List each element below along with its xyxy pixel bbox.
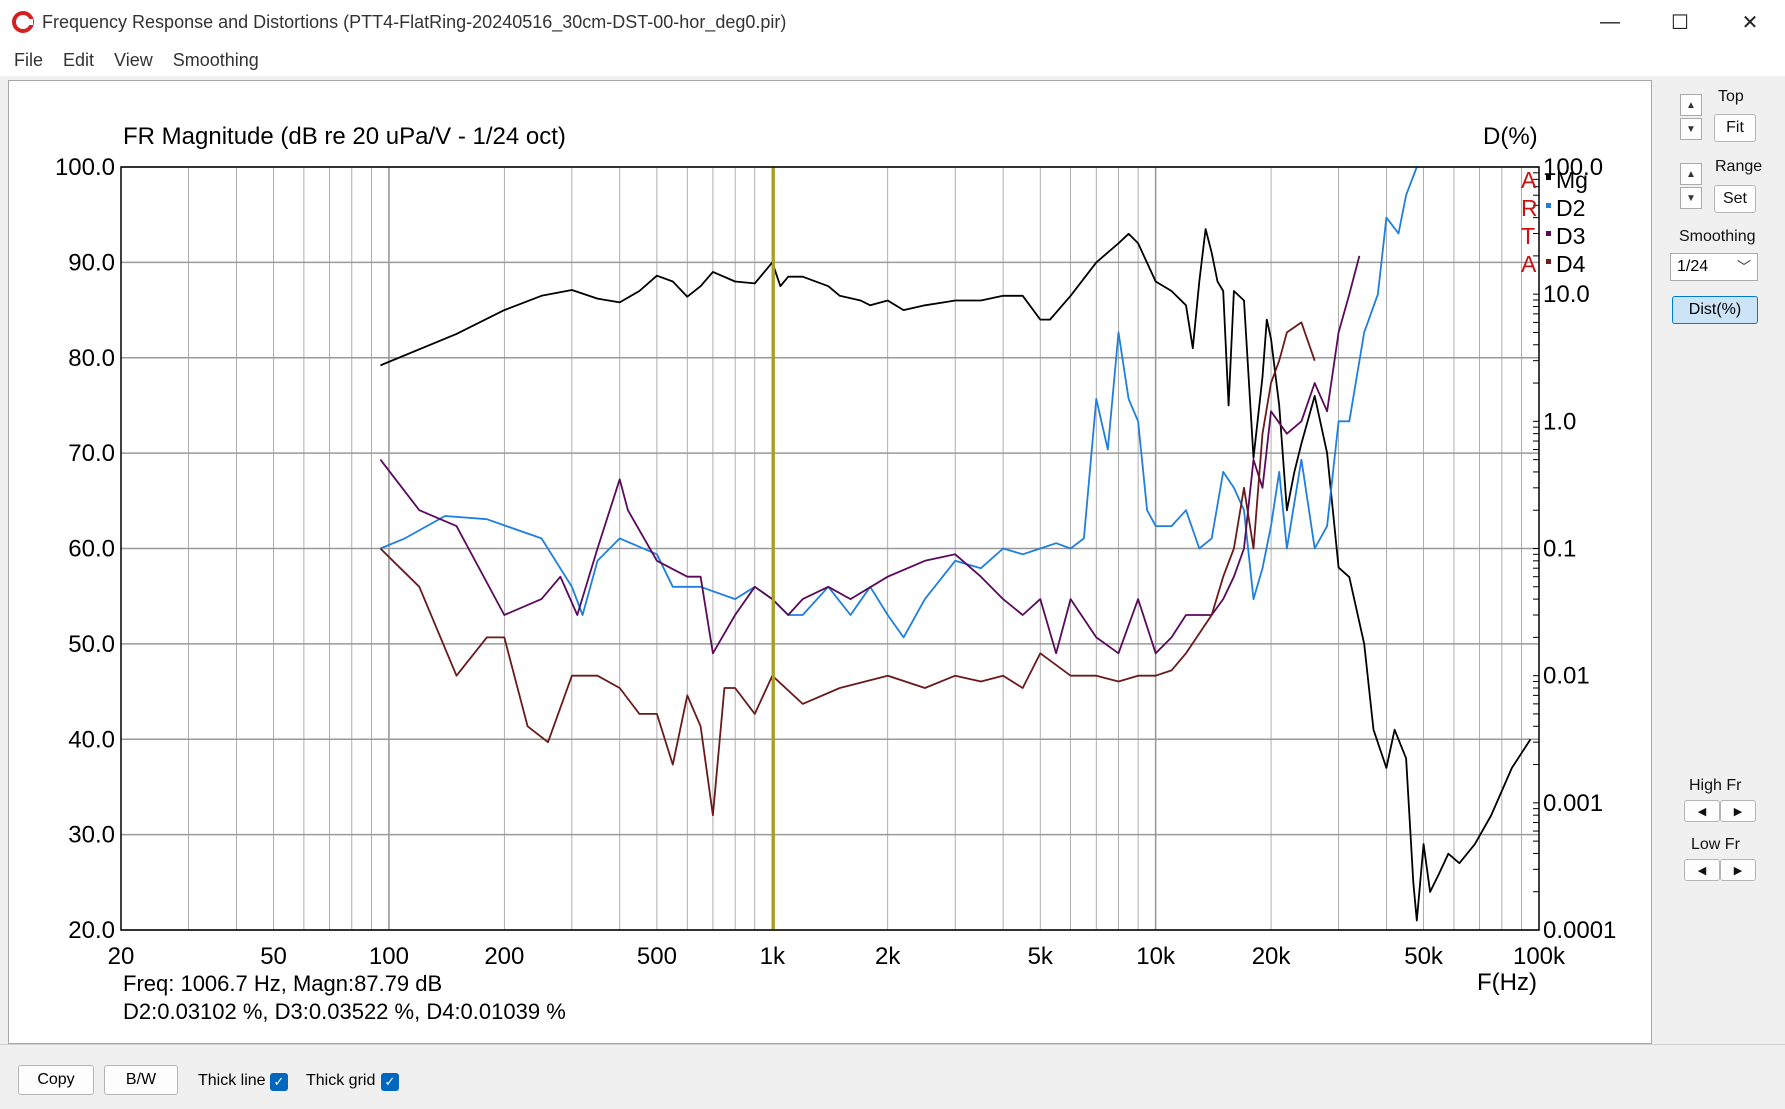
checkmark-icon: ✓ <box>384 1074 396 1089</box>
x-tick-label: 10k <box>1136 943 1176 970</box>
thick-grid-checkbox[interactable]: ✓ <box>381 1073 399 1091</box>
bw-button[interactable]: B/W <box>104 1065 178 1095</box>
arta-letter: A <box>1521 251 1537 277</box>
y2-tick-label: 0.0001 <box>1543 917 1616 944</box>
legend-swatch-mg <box>1546 175 1551 180</box>
legend-swatch-d2 <box>1546 203 1551 208</box>
menu-bar: File Edit View Smoothing <box>0 44 1785 76</box>
x-tick-label: 20k <box>1252 943 1292 970</box>
checkmark-icon: ✓ <box>273 1074 285 1089</box>
y-tick-label: 70.0 <box>68 440 115 467</box>
menu-smoothing[interactable]: Smoothing <box>173 50 259 71</box>
minimize-button[interactable]: — <box>1575 0 1645 44</box>
dist-percent-button[interactable]: Dist(%) <box>1672 296 1758 324</box>
frequency-response-chart[interactable]: FR Magnitude (dB re 20 uPa/V - 1/24 oct)… <box>9 81 1651 1043</box>
arta-letter: R <box>1521 195 1538 221</box>
cursor-readout-line2: D2:0.03102 %, D3:0.03522 %, D4:0.01039 % <box>123 999 566 1024</box>
low-fr-left-button[interactable]: ◀ <box>1684 859 1720 881</box>
high-fr-right-button[interactable]: ▶ <box>1720 800 1756 822</box>
range-down-spin[interactable]: ▼ <box>1680 187 1702 209</box>
chart-title: FR Magnitude (dB re 20 uPa/V - 1/24 oct) <box>123 123 566 150</box>
x-tick-label: 1k <box>760 943 786 970</box>
series-line-d3 <box>379 255 1361 655</box>
arta-letter: T <box>1521 223 1535 249</box>
menu-edit[interactable]: Edit <box>63 50 94 71</box>
smoothing-value: 1/24 <box>1677 258 1709 275</box>
window-title-bar: Frequency Response and Distortions (PTT4… <box>0 0 1785 44</box>
x-tick-label: 200 <box>484 943 524 970</box>
y-tick-label: 100.0 <box>55 154 115 181</box>
y2-tick-label: 0.001 <box>1543 790 1603 817</box>
high-fr-label: High Fr <box>1689 777 1742 794</box>
y-tick-label: 90.0 <box>68 249 115 276</box>
menu-file[interactable]: File <box>14 50 43 71</box>
legend-swatch-d3 <box>1546 231 1551 236</box>
low-fr-right-button[interactable]: ▶ <box>1720 859 1756 881</box>
bottom-toolbar: Copy B/W Thick line ✓ Thick grid ✓ <box>0 1044 1785 1109</box>
plot-panel[interactable]: FR Magnitude (dB re 20 uPa/V - 1/24 oct)… <box>8 80 1652 1044</box>
x-tick-label: 2k <box>875 943 901 970</box>
window-title: Frequency Response and Distortions (PTT4… <box>42 12 787 32</box>
legend-label-d2: D2 <box>1556 195 1585 221</box>
x-tick-label: 100k <box>1513 943 1566 970</box>
y2-tick-label: 1.0 <box>1543 408 1576 435</box>
maximize-button[interactable]: ☐ <box>1645 0 1715 44</box>
low-fr-label: Low Fr <box>1691 836 1740 853</box>
high-fr-left-button[interactable]: ◀ <box>1684 800 1720 822</box>
smoothing-label: Smoothing <box>1679 228 1756 245</box>
copy-button[interactable]: Copy <box>18 1065 94 1095</box>
x-axis-label: F(Hz) <box>1477 969 1537 996</box>
chevron-down-icon: ﹀ <box>1737 259 1751 275</box>
series-line-d2 <box>380 166 1418 639</box>
legend-label-mg: Mg <box>1556 167 1588 193</box>
x-tick-label: 50 <box>260 943 287 970</box>
range-label: Range <box>1715 158 1763 175</box>
smoothing-select[interactable]: 1/24 ﹀ <box>1670 253 1758 281</box>
top-down-spin[interactable]: ▼ <box>1680 118 1702 140</box>
arta-letter: A <box>1521 167 1537 193</box>
close-button[interactable]: ✕ <box>1715 0 1785 44</box>
y-tick-label: 80.0 <box>68 345 115 372</box>
y-tick-label: 30.0 <box>68 822 115 849</box>
legend-label-d4: D4 <box>1556 251 1586 277</box>
right-axis-title: D(%) <box>1483 123 1538 150</box>
range-up-spin[interactable]: ▲ <box>1680 163 1702 185</box>
y2-tick-label: 0.01 <box>1543 663 1590 690</box>
x-tick-label: 50k <box>1404 943 1444 970</box>
thick-grid-label: Thick grid <box>306 1072 376 1089</box>
set-button[interactable]: Set <box>1714 185 1756 213</box>
x-tick-label: 20 <box>108 943 135 970</box>
top-up-spin[interactable]: ▲ <box>1680 94 1702 116</box>
x-tick-label: 5k <box>1028 943 1054 970</box>
legend-swatch-d4 <box>1546 259 1551 264</box>
y-tick-label: 50.0 <box>68 631 115 658</box>
x-tick-label: 100 <box>369 943 409 970</box>
y-tick-label: 60.0 <box>68 536 115 563</box>
top-label: Top <box>1718 88 1744 105</box>
menu-view[interactable]: View <box>114 50 153 71</box>
y-tick-label: 40.0 <box>68 726 115 753</box>
fit-button[interactable]: Fit <box>1714 114 1756 142</box>
thick-line-checkbox[interactable]: ✓ <box>270 1073 288 1091</box>
y2-tick-label: 10.0 <box>1543 281 1590 308</box>
legend-label-d3: D3 <box>1556 223 1585 249</box>
thick-line-label: Thick line <box>198 1072 266 1089</box>
y2-tick-label: 0.1 <box>1543 536 1576 563</box>
y-tick-label: 20.0 <box>68 917 115 944</box>
x-tick-label: 500 <box>637 943 677 970</box>
app-icon <box>12 11 34 33</box>
cursor-readout-line1: Freq: 1006.7 Hz, Magn:87.79 dB <box>123 971 442 996</box>
series-line-d4 <box>379 321 1316 817</box>
